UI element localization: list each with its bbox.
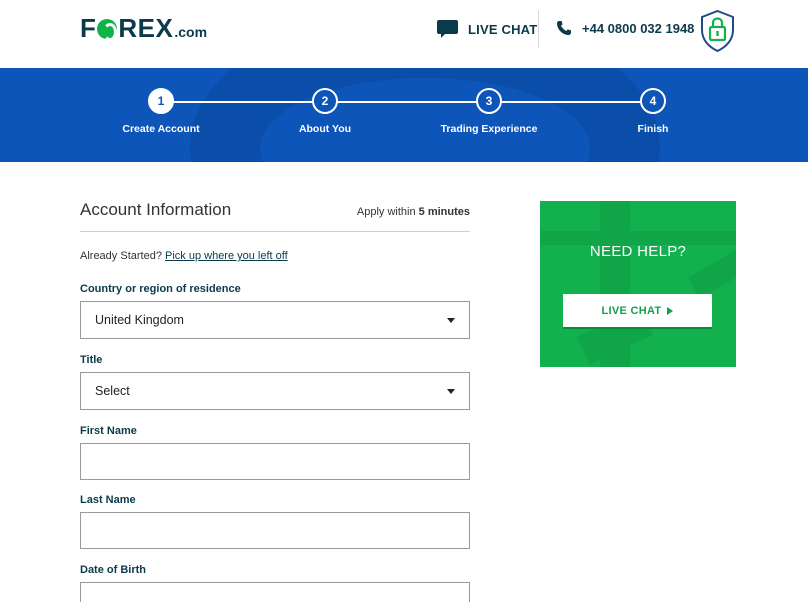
- step-number: 4: [640, 88, 666, 114]
- step-label: Trading Experience: [440, 123, 538, 135]
- header-divider: [538, 10, 539, 48]
- step-finish: 4 Finish: [573, 88, 733, 135]
- title-field-group: Title Select: [80, 354, 470, 410]
- last-name-field-group: Last Name: [80, 494, 470, 549]
- step-trading-experience: 3 Trading Experience: [409, 88, 569, 135]
- already-started-text: Already Started?: [80, 250, 162, 262]
- already-started-row: Already Started? Pick up where you left …: [80, 250, 470, 262]
- play-arrow-icon: [667, 306, 674, 315]
- country-select-value: United Kingdom: [95, 313, 184, 327]
- pick-up-link[interactable]: Pick up where you left off: [165, 250, 288, 262]
- step-label: Finish: [637, 123, 669, 135]
- form-header: Account Information Apply within 5 minut…: [80, 200, 470, 232]
- phone-number: +44 0800 032 1948: [582, 20, 695, 36]
- progress-banner: 1 Create Account 2 About You 3 Trading E…: [0, 68, 808, 162]
- logo-text-right: REX: [118, 13, 174, 43]
- apply-prefix: Apply within: [356, 206, 416, 218]
- logo-domain: .com: [174, 24, 208, 40]
- step-number: 1: [148, 88, 174, 114]
- first-name-input[interactable]: [80, 443, 470, 480]
- title-select-value: Select: [95, 384, 130, 398]
- header-phone-link[interactable]: +44 0800 032 1948: [556, 20, 694, 36]
- last-name-label: Last Name: [80, 494, 136, 506]
- country-label: Country or region of residence: [80, 283, 241, 295]
- need-help-title: NEED HELP?: [589, 243, 687, 260]
- step-about-you: 2 About You: [245, 88, 405, 135]
- step-number: 3: [476, 88, 502, 114]
- forex-logo[interactable]: F REX .com: [80, 15, 207, 41]
- last-name-input[interactable]: [80, 512, 470, 549]
- title-label: Title: [80, 354, 103, 366]
- step-create-account: 1 Create Account: [81, 88, 241, 135]
- header-live-chat-label: LIVE CHAT: [468, 21, 538, 37]
- need-help-panel: NEED HELP? LIVE CHAT: [540, 201, 736, 367]
- logo-o-icon: [97, 19, 118, 41]
- phone-icon: [557, 21, 571, 35]
- step-number: 2: [312, 88, 338, 114]
- country-field-group: Country or region of residence United Ki…: [80, 283, 470, 339]
- dob-input[interactable]: [80, 582, 470, 602]
- secure-lock-icon: [701, 10, 734, 52]
- help-live-chat-label: LIVE CHAT: [601, 304, 662, 317]
- first-name-field-group: First Name: [80, 425, 470, 480]
- header-live-chat-link[interactable]: LIVE CHAT: [437, 20, 537, 38]
- apply-time-note: Apply within 5 minutes: [357, 206, 470, 220]
- country-select[interactable]: United Kingdom: [80, 301, 470, 339]
- caret-down-icon: [447, 318, 455, 323]
- dob-label: Date of Birth: [80, 564, 146, 576]
- caret-down-icon: [447, 389, 455, 394]
- help-live-chat-button[interactable]: LIVE CHAT: [563, 294, 712, 327]
- first-name-label: First Name: [80, 425, 137, 437]
- step-label: Create Account: [122, 123, 200, 135]
- title-select[interactable]: Select: [80, 372, 470, 410]
- apply-time: 5 minutes: [418, 206, 470, 218]
- form-title: Account Information: [80, 200, 232, 219]
- site-header: F REX .com LIVE CHAT +44 0800 032 1948: [0, 0, 808, 68]
- logo-text-left: F: [80, 13, 97, 43]
- dob-field-group: Date of Birth: [80, 564, 470, 602]
- chat-bubble-icon: [437, 20, 458, 38]
- step-label: About You: [298, 123, 352, 135]
- account-information-form: Account Information Apply within 5 minut…: [80, 200, 470, 602]
